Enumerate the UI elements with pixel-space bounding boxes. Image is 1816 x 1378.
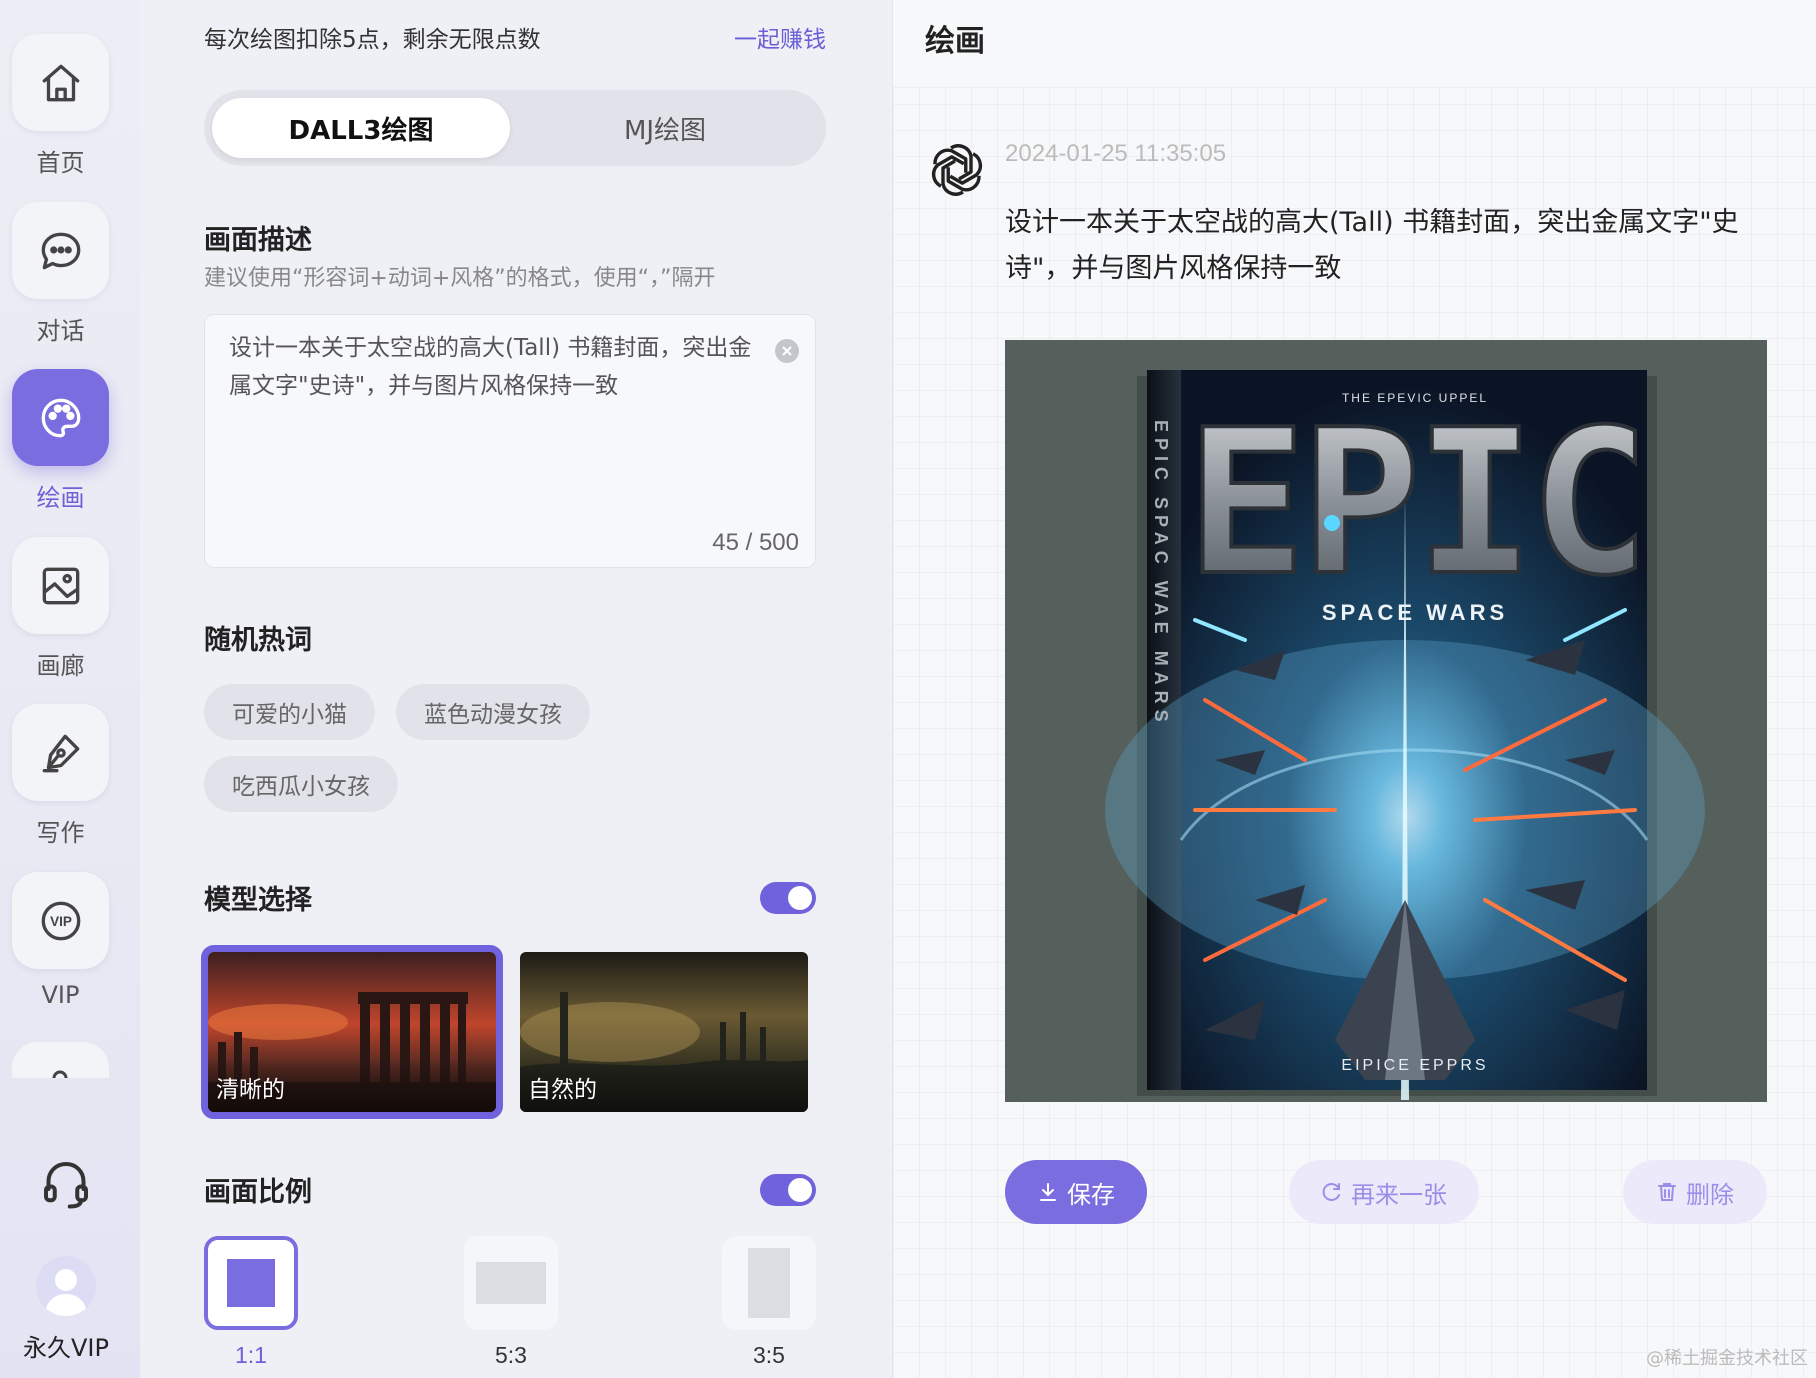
- trash-icon: [1658, 1183, 1676, 1201]
- support-button[interactable]: [36, 1154, 96, 1214]
- pen-icon: [42, 734, 79, 772]
- nav-item-write[interactable]: 写作: [12, 704, 109, 848]
- tab-dall3[interactable]: DALL3绘图: [212, 98, 510, 158]
- ratio-option-1-1[interactable]: 1:1: [204, 1236, 298, 1369]
- ratio-option-5-3[interactable]: 5:3: [464, 1236, 558, 1369]
- openai-logo-icon: [931, 144, 983, 196]
- model-label: 清晰的: [216, 1077, 285, 1103]
- home-icon: [42, 64, 79, 101]
- book-cover-illustration: THE EPEVIC UPPEL EPIC SPACE WARS EIPICE …: [1105, 370, 1705, 1100]
- hot-word-chip[interactable]: 可爱的小猫: [204, 684, 375, 740]
- cover-bottom-text: EIPICE EPPRS: [1341, 1057, 1488, 1074]
- watermark: @稀土掘金技术社区: [1646, 1348, 1808, 1369]
- cover-spine-text: EPIC SPAC WAE MARS: [1151, 420, 1171, 728]
- delete-label: 删除: [1686, 1180, 1734, 1209]
- ratio-label: 5:3: [495, 1342, 527, 1368]
- headset-icon: [44, 1161, 88, 1209]
- more-icon: [52, 1070, 68, 1078]
- nav-tile: [12, 704, 109, 801]
- nav-label: 对话: [36, 317, 85, 345]
- avatar[interactable]: [36, 1256, 96, 1316]
- ratio-label: 3:5: [753, 1342, 785, 1368]
- prompt-textarea[interactable]: 设计一本关于太空战的高大(Tall) 书籍封面，突出金属文字"史诗"，并与图片风…: [204, 314, 816, 568]
- model-toggle[interactable]: [760, 882, 816, 914]
- clear-icon[interactable]: [775, 339, 799, 363]
- nav-tile: [12, 537, 109, 634]
- nav-label: 首页: [36, 149, 85, 177]
- model-option-clear[interactable]: 清晰的: [201, 945, 503, 1119]
- nav-label: 绘画: [36, 484, 85, 512]
- nav-label: 画廊: [36, 652, 85, 680]
- ratio-label: 1:1: [235, 1342, 267, 1368]
- nav-label: VIP: [41, 981, 80, 1009]
- description-hint: 建议使用“形容词+动词+风格”的格式，使用“，”隔开: [204, 266, 716, 291]
- cover-subtitle: SPACE WARS: [1322, 600, 1508, 625]
- nav-item-vip[interactable]: VIP VIP: [12, 872, 109, 1009]
- ratio-title: 画面比例: [204, 1177, 312, 1208]
- earn-link[interactable]: 一起赚钱: [734, 20, 826, 54]
- result-canvas: 绘画 2024-01-25 11:35:05 设计一本关于太空战的高大(Tall…: [892, 0, 1816, 1378]
- nav-item-chat[interactable]: 对话: [12, 202, 109, 346]
- save-button[interactable]: 保存: [1005, 1160, 1147, 1224]
- side-nav: 首页 对话 绘画 画廊 写作 VIP VIP 永久VIP: [0, 0, 140, 1378]
- mode-switch: DALL3绘图 MJ绘图: [204, 90, 826, 166]
- regenerate-label: 再来一张: [1351, 1180, 1447, 1209]
- palette-icon: [41, 398, 80, 437]
- nav-tile: [12, 202, 109, 299]
- nav-label: 写作: [36, 819, 85, 847]
- canvas-header: 绘画: [893, 0, 1816, 88]
- regenerate-button[interactable]: 再来一张: [1289, 1160, 1479, 1224]
- nav-item-paint[interactable]: 绘画: [12, 369, 109, 513]
- hot-word-chip[interactable]: 蓝色动漫女孩: [396, 684, 590, 740]
- page-title: 绘画: [925, 24, 985, 59]
- user-icon: [44, 1269, 88, 1316]
- ratio-box: [464, 1236, 558, 1330]
- nav-item-home[interactable]: 首页: [12, 34, 109, 178]
- vip-icon: VIP: [41, 901, 80, 940]
- prompt-text: 设计一本关于太空战的高大(Tall) 书籍封面，突出金属文字"史诗"，并与图片风…: [229, 335, 752, 399]
- ratio-box: [722, 1236, 816, 1330]
- hot-word-chip[interactable]: 吃西瓜小女孩: [204, 756, 398, 812]
- nav-tile: VIP: [12, 872, 109, 969]
- download-icon: [1040, 1183, 1056, 1201]
- description-title: 画面描述: [204, 225, 312, 256]
- cover-title: EPIC: [1186, 387, 1644, 620]
- model-title: 模型选择: [204, 885, 312, 916]
- settings-panel: 每次绘图扣除5点，剩余无限点数 一起赚钱 DALL3绘图 MJ绘图 画面描述 建…: [140, 0, 892, 1378]
- message-timestamp: 2024-01-25 11:35:05: [1005, 140, 1227, 167]
- gallery-icon: [42, 567, 79, 604]
- tab-mj[interactable]: MJ绘图: [516, 98, 814, 158]
- message-text: 设计一本关于太空战的高大(Tall) 书籍封面，突出金属文字"史诗"，并与图片风…: [1005, 207, 1739, 284]
- ratio-toggle[interactable]: [760, 1174, 816, 1206]
- points-info: 每次绘图扣除5点，剩余无限点数: [204, 27, 541, 53]
- nav-tile: [12, 34, 109, 131]
- hot-words-title: 随机热词: [204, 625, 312, 656]
- model-label: 自然的: [528, 1077, 597, 1103]
- delete-button[interactable]: 删除: [1623, 1160, 1767, 1224]
- svg-text:VIP: VIP: [50, 914, 72, 929]
- chat-icon: [41, 232, 80, 269]
- ratio-option-3-5[interactable]: 3:5: [722, 1236, 816, 1369]
- nav-item-gallery[interactable]: 画廊: [12, 537, 109, 681]
- nav-item-more[interactable]: [12, 1042, 109, 1078]
- nav-tile: [12, 369, 109, 466]
- ratio-box: [204, 1236, 298, 1330]
- generated-image[interactable]: THE EPEVIC UPPEL EPIC SPACE WARS EIPICE …: [1005, 340, 1767, 1102]
- save-label: 保存: [1067, 1180, 1115, 1209]
- refresh-icon: [1322, 1183, 1340, 1201]
- model-option-natural[interactable]: 自然的: [520, 952, 808, 1112]
- membership-label: 永久VIP: [23, 1334, 109, 1362]
- char-counter: 45 / 500: [712, 529, 799, 556]
